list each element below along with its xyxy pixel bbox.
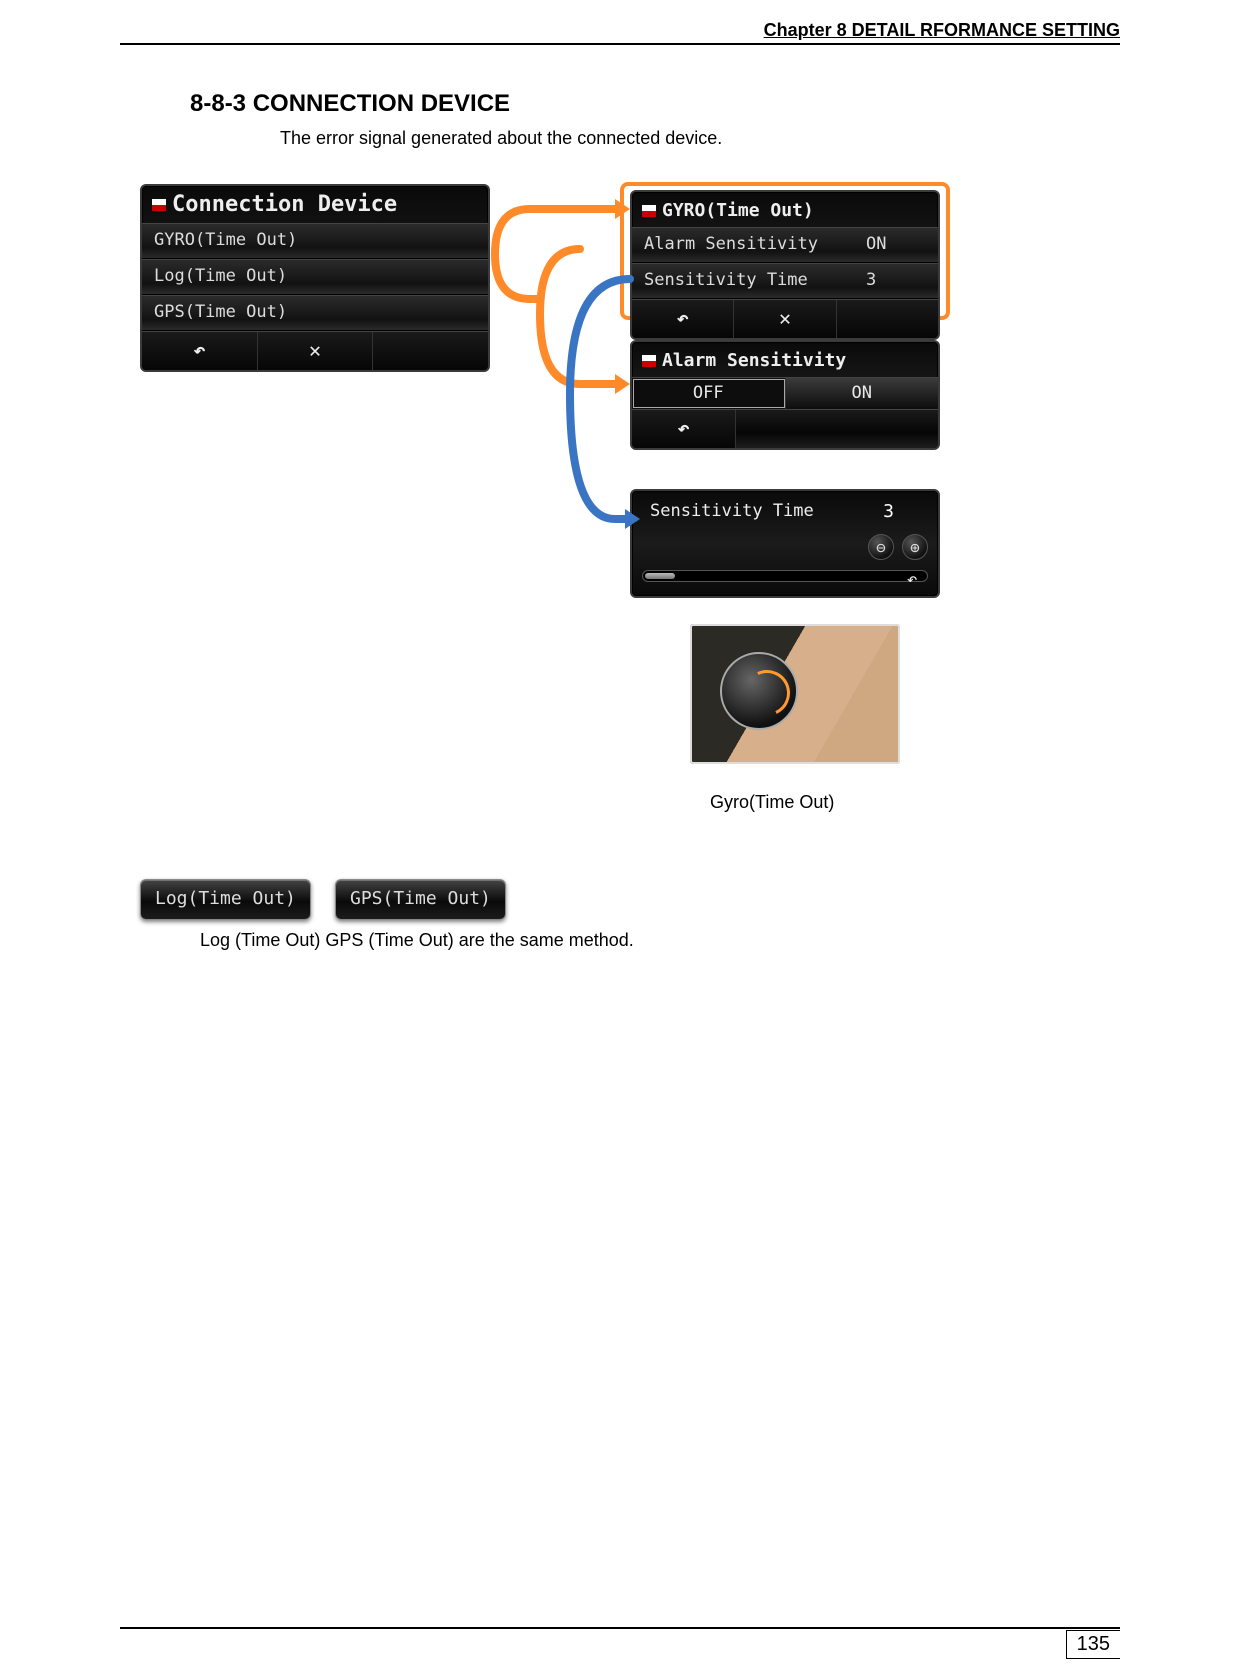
- sensitivity-time-panel: Sensitivity Time 3 ⊖ ⊕ ↶: [630, 489, 940, 598]
- sens-header: Sensitivity Time 3: [632, 491, 938, 534]
- gyro-timeout-panel: GYRO(Time Out) Alarm Sensitivity ON Sens…: [630, 190, 940, 340]
- pill-gps[interactable]: GPS(Time Out): [335, 879, 506, 920]
- row-value: 3: [866, 270, 926, 290]
- bottom-caption-text: Log (Time Out) GPS (Time Out) are the sa…: [200, 930, 634, 951]
- sens-title: Sensitivity Time: [650, 501, 814, 522]
- rotary-knob-icon: [720, 652, 798, 730]
- connection-device-title: Connection Device: [172, 192, 397, 217]
- flag-icon: [152, 199, 166, 211]
- alarm-panel-title: Alarm Sensitivity: [662, 350, 846, 371]
- minus-button[interactable]: ⊖: [868, 534, 894, 560]
- back-button[interactable]: ↶: [142, 332, 258, 370]
- gyro-panel-title: GYRO(Time Out): [662, 200, 814, 221]
- section-intro: The error signal generated about the con…: [280, 128, 1120, 149]
- panel-footer: ↶: [632, 409, 938, 448]
- row-alarm-sensitivity[interactable]: Alarm Sensitivity ON: [632, 227, 938, 263]
- row-sensitivity-time[interactable]: Sensitivity Time 3: [632, 263, 938, 299]
- panel-title: GYRO(Time Out): [632, 192, 938, 227]
- close-button[interactable]: ✕: [258, 332, 374, 370]
- panel-title: Connection Device: [142, 186, 488, 223]
- chapter-title: Chapter 8 DETAIL RFORMANCE SETTING: [764, 20, 1120, 40]
- menu-item-log[interactable]: Log(Time Out): [142, 259, 488, 295]
- row-label: Sensitivity Time: [644, 270, 808, 290]
- toggle-row: OFF ON: [632, 377, 938, 409]
- flag-icon: [642, 355, 656, 367]
- slider[interactable]: [642, 570, 928, 582]
- sens-value: 3: [883, 501, 894, 522]
- back-button[interactable]: ↶: [632, 410, 736, 448]
- panel-footer: ↶ ✕: [632, 299, 938, 338]
- flag-icon: [642, 205, 656, 217]
- diagram-area: Connection Device GYRO(Time Out) Log(Tim…: [120, 184, 1120, 1084]
- toggle-on[interactable]: ON: [786, 378, 939, 409]
- row-value: ON: [866, 234, 926, 254]
- page-header: Chapter 8 DETAIL RFORMANCE SETTING: [120, 20, 1120, 45]
- pill-log[interactable]: Log(Time Out): [140, 879, 311, 920]
- row-label: Alarm Sensitivity: [644, 234, 818, 254]
- hand-knob-photo: [690, 624, 900, 764]
- close-button[interactable]: ✕: [734, 300, 836, 338]
- page-footer-line: [120, 1627, 1120, 1629]
- gyro-caption: Gyro(Time Out): [710, 792, 834, 813]
- arrow-gyro-to-sensitivity: [560, 274, 640, 534]
- page-content: 8-8-3 CONNECTION DEVICE The error signal…: [120, 90, 1120, 1084]
- page-number: 135: [1066, 1630, 1120, 1659]
- plus-button[interactable]: ⊕: [902, 534, 928, 560]
- connection-device-panel: Connection Device GYRO(Time Out) Log(Tim…: [140, 184, 490, 372]
- back-button[interactable]: ↶: [894, 568, 930, 590]
- sens-controls: ⊖ ⊕: [632, 534, 938, 564]
- panel-title: Alarm Sensitivity: [632, 342, 938, 377]
- back-button[interactable]: ↶: [632, 300, 734, 338]
- footer-spacer: [373, 332, 488, 370]
- footer-spacer: [837, 300, 938, 338]
- footer-spacer: [736, 410, 938, 448]
- alarm-sensitivity-panel: Alarm Sensitivity OFF ON ↶: [630, 340, 940, 450]
- menu-item-gyro[interactable]: GYRO(Time Out): [142, 223, 488, 259]
- menu-item-gps[interactable]: GPS(Time Out): [142, 295, 488, 331]
- section-heading: 8-8-3 CONNECTION DEVICE: [190, 90, 1120, 118]
- toggle-off[interactable]: OFF: [632, 378, 786, 409]
- bottom-caption: Log (Time Out) GPS (Time Out) are the sa…: [200, 930, 634, 951]
- panel-footer: ↶ ✕: [142, 331, 488, 370]
